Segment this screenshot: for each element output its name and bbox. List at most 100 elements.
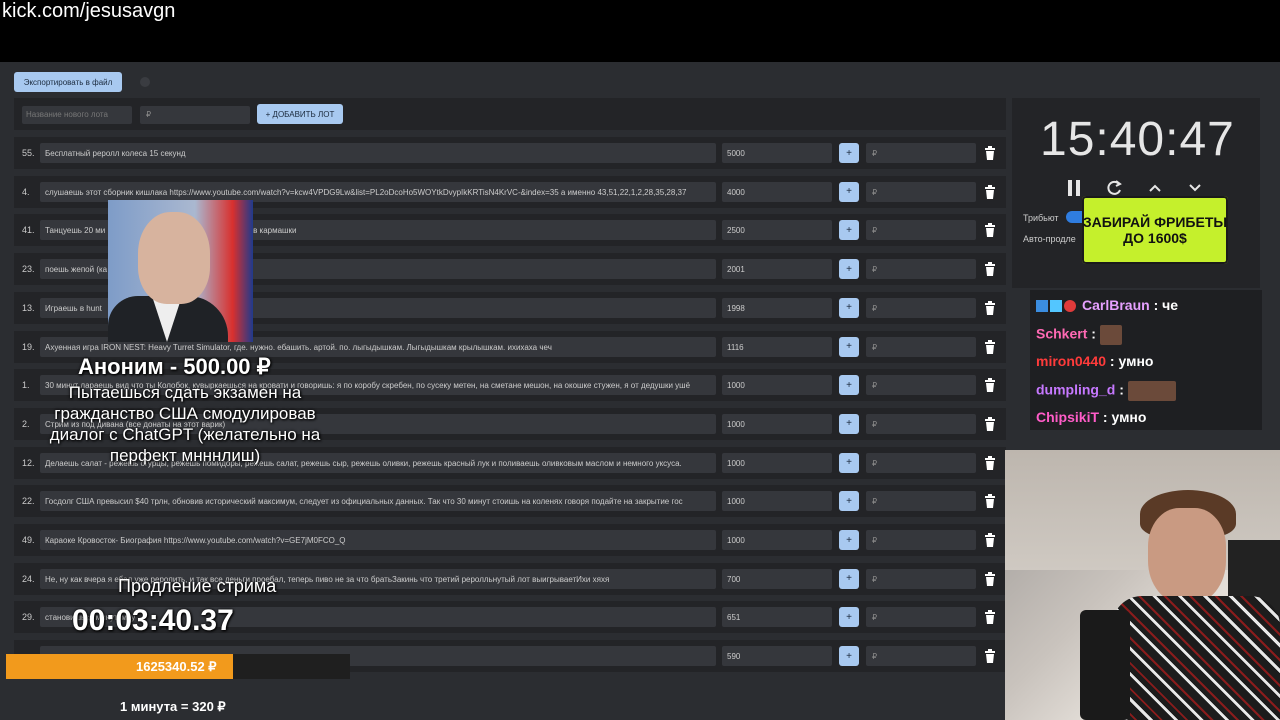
trash-icon[interactable] xyxy=(984,649,996,664)
lot-price-input[interactable]: ₽ xyxy=(866,181,976,202)
lot-amount-input[interactable]: 1116 xyxy=(722,336,832,357)
lot-amount-input[interactable]: 5000 xyxy=(722,143,832,163)
new-lot-name-input[interactable]: Название нового лота xyxy=(22,106,132,124)
trash-icon[interactable] xyxy=(984,494,996,509)
lot-amount-input[interactable]: 1998 xyxy=(722,297,832,318)
trash-icon[interactable] xyxy=(984,262,996,277)
donation-donor: Аноним - 500.00 ₽ xyxy=(78,354,271,379)
donation-image xyxy=(108,200,253,342)
trash-icon[interactable] xyxy=(984,455,996,470)
lot-add-amount-button[interactable]: + xyxy=(839,375,859,396)
timer-clock: 15:40:47 xyxy=(1040,113,1235,166)
lot-add-amount-button[interactable]: + xyxy=(839,530,859,550)
chat-username[interactable]: Schkert xyxy=(1036,326,1087,342)
chat-message: Schkert : xyxy=(1036,325,1122,345)
lot-add-amount-button[interactable]: + xyxy=(839,452,859,473)
lot-price-input[interactable]: ₽ xyxy=(866,143,976,163)
lot-amount-input[interactable]: 1000 xyxy=(722,375,832,396)
lot-add-amount-button[interactable]: + xyxy=(839,336,859,357)
lot-price-input[interactable]: ₽ xyxy=(866,568,976,589)
lot-number: 2. xyxy=(22,418,30,429)
chat-username[interactable]: ChipsikiT xyxy=(1036,409,1099,425)
lot-number: 4. xyxy=(22,186,30,197)
chat-separator: : xyxy=(1149,297,1163,313)
promo-banner[interactable]: ЗАБИРАЙ ФРИБЕТЫ ДО 1600$ xyxy=(1082,196,1228,264)
lot-amount-input[interactable]: 1000 xyxy=(722,530,832,550)
lot-amount-input[interactable]: 2001 xyxy=(722,259,832,280)
lot-amount-input[interactable]: 1000 xyxy=(722,413,832,434)
chat-message: dumpling_d : xyxy=(1036,381,1176,401)
chat-username[interactable]: CarlBraun xyxy=(1082,297,1150,313)
lot-number: 13. xyxy=(22,302,35,313)
badge-icon xyxy=(1036,300,1048,313)
lot-number: 49. xyxy=(22,535,35,545)
lot-row: 22. Госдолг США превысил $40 трлн, обнови… xyxy=(14,485,1006,518)
trash-icon[interactable] xyxy=(984,571,996,586)
lot-amount-input[interactable]: 700 xyxy=(722,568,832,589)
lot-price-input[interactable]: ₽ xyxy=(866,491,976,512)
chat-separator: : xyxy=(1106,353,1119,369)
stream-frame: kick.com/jesusavgn Экспортировать в файл… xyxy=(0,0,1280,720)
lot-price-input[interactable]: ₽ xyxy=(866,336,976,357)
lot-add-amount-button[interactable]: + xyxy=(839,143,859,163)
lot-amount-input[interactable]: 590 xyxy=(722,646,832,667)
lot-price-input[interactable]: ₽ xyxy=(866,259,976,280)
trash-icon[interactable] xyxy=(984,339,996,354)
lot-number: 22. xyxy=(22,496,35,507)
trash-icon[interactable] xyxy=(984,300,996,315)
webcam-body xyxy=(1112,596,1280,720)
lot-add-amount-button[interactable]: + xyxy=(839,568,859,589)
chevron-up-icon[interactable] xyxy=(1145,178,1165,198)
lot-name-input[interactable]: слушаешь этот сборник кишлака https://ww… xyxy=(40,181,716,202)
lot-add-amount-button[interactable]: + xyxy=(839,491,859,512)
lot-add-amount-button[interactable]: + xyxy=(839,220,859,241)
trash-icon[interactable] xyxy=(984,146,996,160)
trash-icon[interactable] xyxy=(984,610,996,625)
chat-username[interactable]: miron0440 xyxy=(1036,353,1106,369)
refresh-icon[interactable] xyxy=(1104,178,1124,198)
lot-number: 1. xyxy=(22,380,30,391)
donation-progress-value: 1625340.52 ₽ xyxy=(136,659,217,674)
minute-rate: 1 минута = 320 ₽ xyxy=(120,699,226,714)
lot-amount-input[interactable]: 1000 xyxy=(722,491,832,512)
trash-icon[interactable] xyxy=(984,533,996,547)
lot-price-input[interactable]: ₽ xyxy=(866,375,976,396)
lot-price-input[interactable]: ₽ xyxy=(866,220,976,241)
lot-add-amount-button[interactable]: + xyxy=(839,607,859,628)
chevron-down-icon[interactable] xyxy=(1185,178,1205,198)
trash-icon[interactable] xyxy=(984,184,996,199)
lot-amount-input[interactable]: 1000 xyxy=(722,452,832,473)
lot-price-input[interactable]: ₽ xyxy=(866,297,976,318)
lot-amount-input[interactable]: 4000 xyxy=(722,181,832,202)
lot-add-amount-button[interactable]: + xyxy=(839,259,859,280)
lot-amount-input[interactable]: 2500 xyxy=(722,220,832,241)
lot-number: 41. xyxy=(22,225,35,236)
lot-add-amount-button[interactable]: + xyxy=(839,297,859,318)
lot-name-input[interactable]: Бесплатный реролл колеса 15 секунд xyxy=(40,143,716,163)
chat-text: умно xyxy=(1118,353,1154,369)
lot-name-input[interactable]: Госдолг США превысил $40 трлн, обновив и… xyxy=(40,491,716,512)
trash-icon[interactable] xyxy=(984,416,996,431)
lot-name-input[interactable]: Караоке Кровосток- Биография https://www… xyxy=(40,530,716,550)
lot-add-amount-button[interactable]: + xyxy=(839,646,859,667)
trash-icon[interactable] xyxy=(984,378,996,393)
lot-price-input[interactable]: ₽ xyxy=(866,646,976,667)
lot-add-amount-button[interactable]: + xyxy=(839,181,859,202)
lot-amount-input[interactable]: 651 xyxy=(722,607,832,628)
lot-price-input[interactable]: ₽ xyxy=(866,530,976,550)
lot-price-input[interactable]: ₽ xyxy=(866,413,976,434)
trash-icon[interactable] xyxy=(984,223,996,238)
lot-number: 19. xyxy=(22,341,35,352)
export-button[interactable]: Экспортировать в файл xyxy=(14,72,122,92)
new-lot-price-input[interactable]: ₽ xyxy=(140,106,250,124)
donation-progress-bar: 1625340.52 ₽ xyxy=(6,654,350,679)
lot-row: 55. Бесплатный реролл колеса 15 секунд 500… xyxy=(14,137,1006,169)
lot-price-input[interactable]: ₽ xyxy=(866,452,976,473)
lot-price-input[interactable]: ₽ xyxy=(866,607,976,628)
emote-icon xyxy=(1127,381,1176,401)
chat-username[interactable]: dumpling_d xyxy=(1036,382,1115,398)
pause-icon[interactable] xyxy=(1064,178,1084,198)
badge-icon xyxy=(1050,300,1062,313)
add-lot-button[interactable]: + ДОБАВИТЬ ЛОТ xyxy=(257,104,343,124)
lot-add-amount-button[interactable]: + xyxy=(839,413,859,434)
